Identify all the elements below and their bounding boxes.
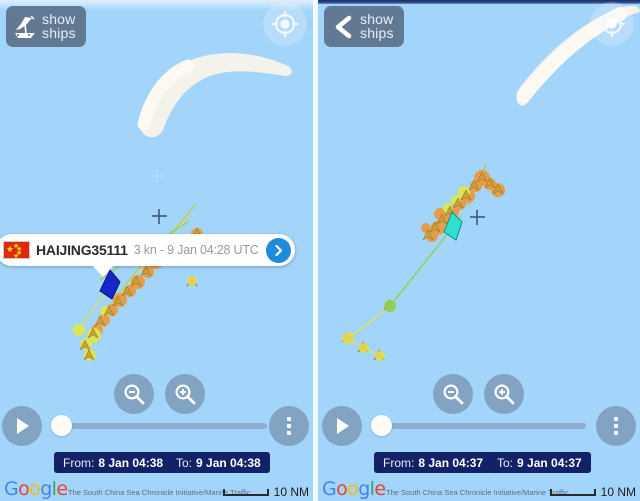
to-value: 9 Jan 04:37 — [517, 455, 582, 470]
magnifier-minus-icon — [443, 384, 464, 405]
zoom-out-button-right[interactable] — [433, 374, 473, 414]
gps-locate-button-right[interactable] — [590, 2, 634, 46]
show-ships-line2: ships — [42, 24, 76, 41]
attribution-bar-right: Google The South China Sea Chronicle Ini… — [318, 478, 640, 501]
ship-tracker-comparison: show ships ★ ★ ★ ★ ★ HAIJING35111 3 kn - 9 … — [0, 0, 640, 501]
timeline-slider-handle-left[interactable] — [51, 415, 72, 436]
timeline-slider-left[interactable] — [68, 423, 267, 429]
show-ships-button-right[interactable]: show ships — [324, 6, 404, 47]
timeline-slider-right[interactable] — [388, 423, 586, 429]
zoom-in-button-right[interactable] — [484, 374, 524, 414]
vessel-meta: 3 kn - 9 Jan 04:28 UTC — [133, 243, 259, 257]
zoom-out-button-left[interactable] — [114, 374, 154, 414]
scale-label-right: 10 NM — [600, 485, 636, 499]
scale-label-left: 10 NM — [273, 485, 309, 499]
play-button-left[interactable] — [2, 406, 42, 446]
from-date-chip-right[interactable]: From: 8 Jan 04:37 — [374, 452, 493, 473]
from-label: From: — [383, 455, 415, 470]
map-credit-right: The South China Sea Chronicle Initiative… — [386, 488, 569, 497]
china-flag-icon: ★ ★ ★ ★ ★ — [3, 241, 30, 260]
magnifier-minus-icon — [124, 384, 145, 405]
gps-target-icon — [599, 11, 625, 37]
to-label: To: — [497, 455, 514, 470]
scale-bar-left — [223, 489, 269, 496]
show-ships-line2: ships — [360, 24, 394, 41]
chevron-left-icon — [335, 15, 352, 38]
magnifier-plus-icon — [494, 384, 515, 405]
vessel-info-callout[interactable]: ★ ★ ★ ★ ★ HAIJING35111 3 kn - 9 Jan 04:28 U… — [0, 234, 295, 277]
gps-locate-button-left[interactable] — [263, 2, 307, 46]
vessel-detail-button[interactable] — [265, 237, 291, 263]
attribution-bar-left: Google The South China Sea Chronicle Ini… — [0, 478, 313, 501]
chevron-right-icon — [275, 244, 282, 256]
show-ships-button-left[interactable]: show ships — [6, 6, 86, 47]
overflow-menu-button-right[interactable] — [596, 406, 636, 446]
ship-icon — [15, 15, 35, 38]
timeline-slider-handle-right[interactable] — [371, 415, 392, 436]
gps-target-icon — [272, 11, 298, 37]
vessel-name: HAIJING35111 — [36, 242, 128, 258]
scale-bar-right — [550, 489, 596, 496]
kebab-menu-icon — [614, 417, 618, 421]
zoom-in-button-left[interactable] — [165, 374, 205, 414]
to-label: To: — [176, 455, 193, 470]
play-icon — [17, 418, 29, 434]
google-logo[interactable]: Google — [4, 478, 68, 500]
map-panel-left[interactable]: show ships ★ ★ ★ ★ ★ HAIJING35111 3 kn - 9 … — [0, 0, 313, 501]
google-logo[interactable]: Google — [322, 478, 386, 500]
magnifier-plus-icon — [175, 384, 196, 405]
callout-pointer — [92, 265, 114, 277]
from-label: From: — [63, 455, 95, 470]
from-value: 8 Jan 04:37 — [418, 455, 484, 470]
from-date-chip-left[interactable]: From: 8 Jan 04:38 — [54, 452, 173, 473]
kebab-menu-icon — [287, 417, 291, 421]
to-value: 9 Jan 04:38 — [196, 455, 261, 470]
play-icon — [337, 418, 349, 434]
overflow-menu-button-left[interactable] — [269, 406, 309, 446]
to-date-chip-left[interactable]: To: 9 Jan 04:38 — [167, 452, 270, 473]
play-button-right[interactable] — [322, 406, 362, 446]
from-value: 8 Jan 04:38 — [98, 455, 164, 470]
to-date-chip-right[interactable]: To: 9 Jan 04:37 — [488, 452, 591, 473]
map-panel-right[interactable]: show ships From: 8 Jan 04:37 To: 9 Jan 0… — [318, 0, 640, 501]
